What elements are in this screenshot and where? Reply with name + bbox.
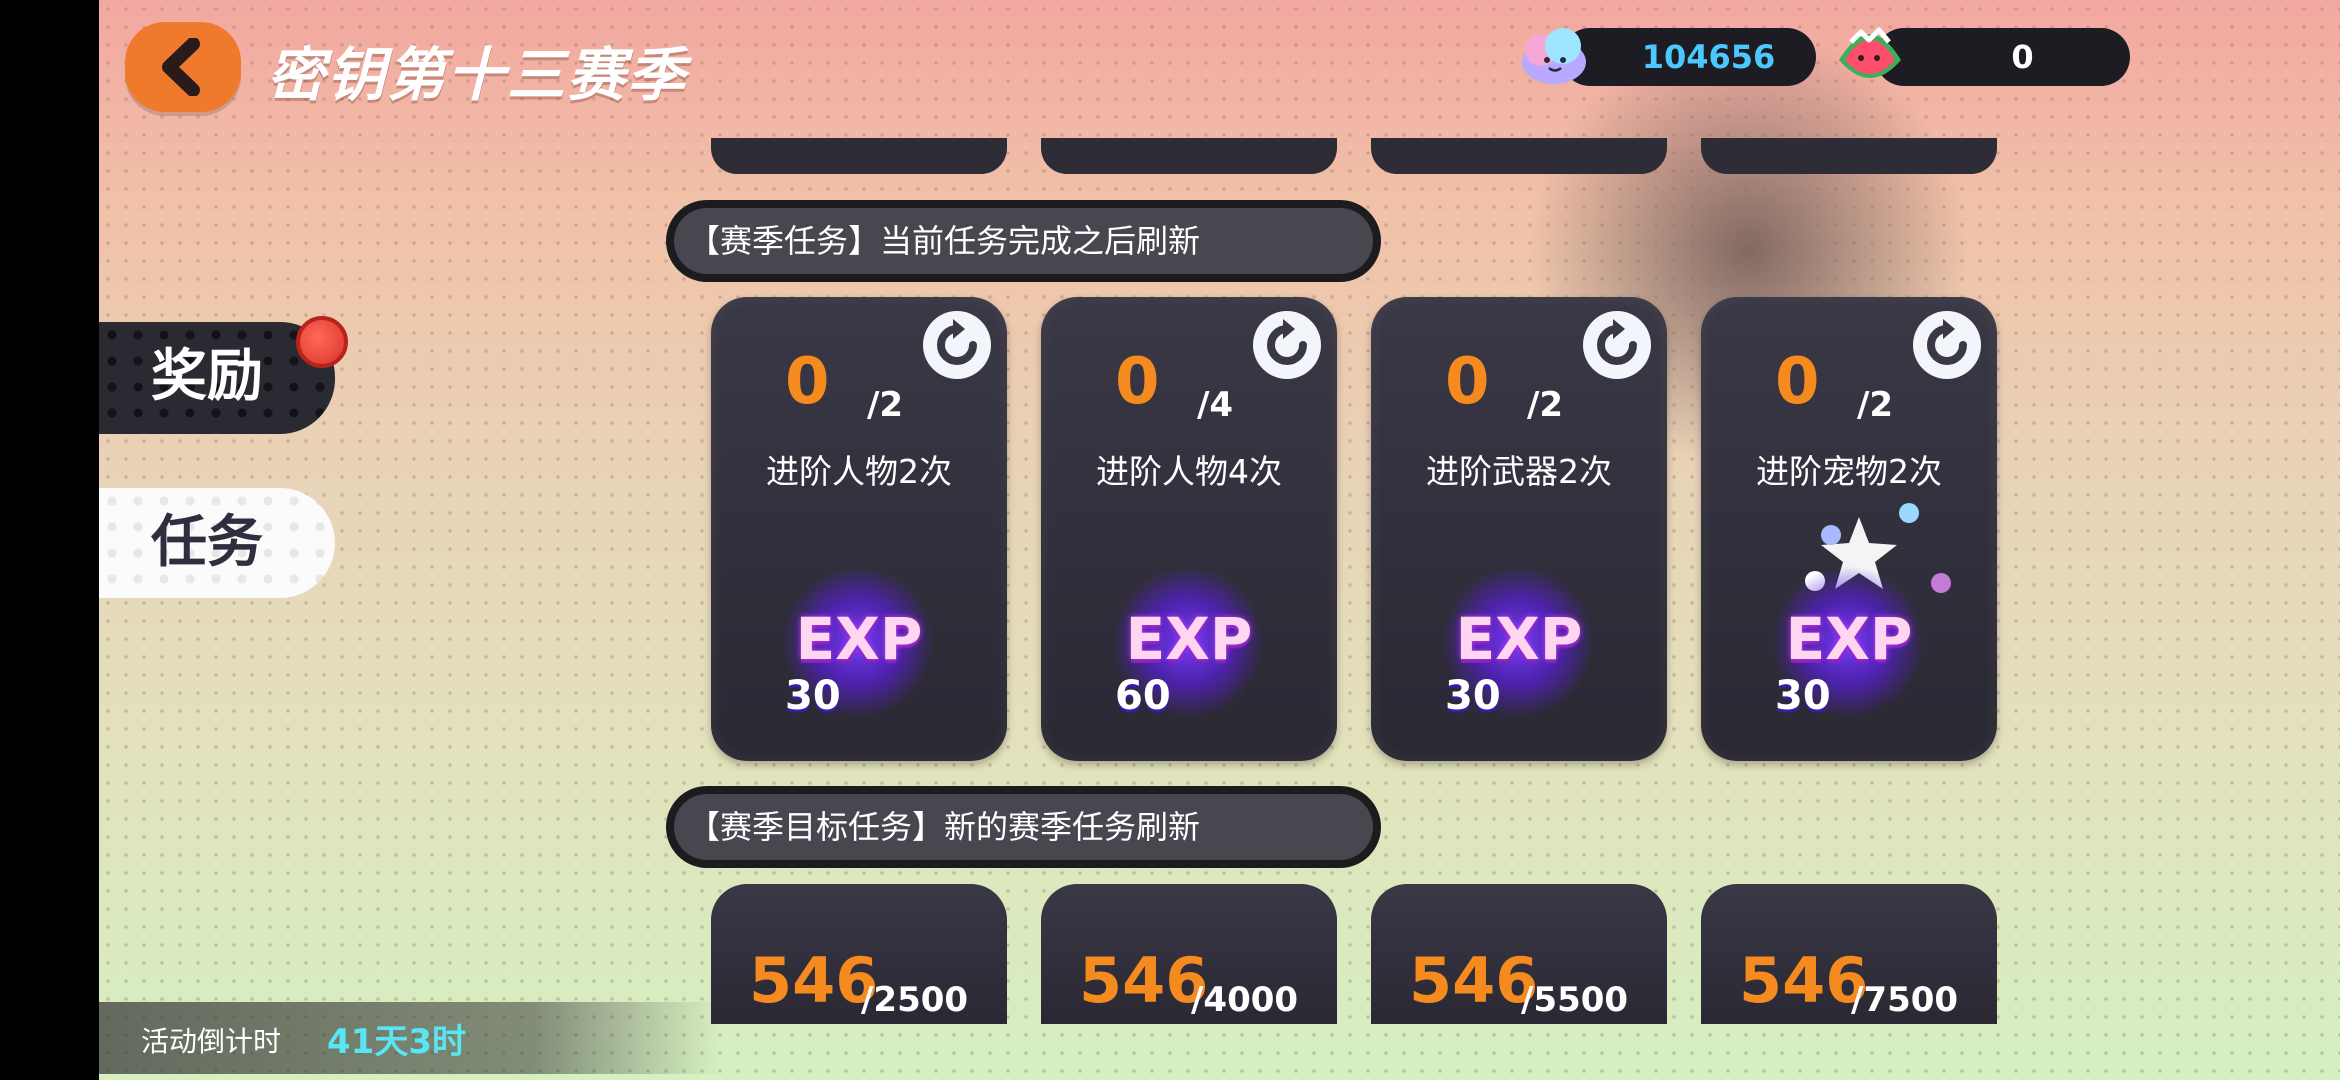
task-name: 进阶宠物2次 [1756,452,1942,491]
task-progress-total: /4 [1197,385,1234,425]
card-partial [1371,138,1667,174]
goal-progress-total: /5500 [1521,980,1629,1020]
tab-task-label: 任务 [151,510,263,575]
task-name: 进阶武器2次 [1426,452,1612,491]
task-card[interactable]: 0 /2 进阶宠物2次 EXP 30 [1701,297,1997,761]
task-progress-current: 0 [1445,345,1490,419]
cloud-coin-icon [1522,28,1586,84]
goal-progress-total: /7500 [1851,980,1959,1020]
exp-label: EXP [795,605,923,673]
back-button[interactable] [125,22,241,112]
goal-progress-total: /4000 [1191,980,1299,1020]
countdown-bar: 活动倒计时 41天3时 [99,1002,719,1074]
task-progress-total: /2 [867,385,904,425]
exp-label: EXP [1125,605,1253,673]
countdown-label: 活动倒计时 [141,1025,282,1058]
exp-amount: 30 [785,673,841,719]
goal-card[interactable]: 546 /2500 [711,884,1007,1024]
goal-progress-current: 546 [1409,944,1539,1017]
sparkle-dot [1931,573,1951,593]
task-card[interactable]: 0 /2 进阶武器2次 EXP 30 [1371,297,1667,761]
currency-b-pill: 0 [1875,28,2130,86]
section-header-goal-label: 【赛季目标任务】新的赛季任务刷新 [674,794,1373,860]
goal-progress-total: /2500 [861,980,969,1020]
notification-badge [296,316,348,368]
currency-a-pill: 104656 [1561,28,1816,86]
section-header-current-label: 【赛季任务】当前任务完成之后刷新 [674,208,1373,274]
task-progress-total: /2 [1857,385,1894,425]
sparkle-dot [1821,525,1841,545]
task-card[interactable]: 0 /4 进阶人物4次 EXP 60 [1041,297,1337,761]
exp-amount: 30 [1445,673,1501,719]
goal-progress-current: 546 [1739,944,1869,1017]
section-header-goal: 【赛季目标任务】新的赛季任务刷新 [666,786,1381,868]
refresh-icon[interactable] [917,305,997,385]
task-progress-current: 0 [1775,345,1820,419]
task-card[interactable]: 0 /2 进阶人物2次 EXP 30 [711,297,1007,761]
goal-progress-current: 546 [1079,944,1209,1017]
tab-reward-label: 奖励 [151,344,263,409]
refresh-icon[interactable] [1247,305,1327,385]
goal-card[interactable]: 546 /7500 [1701,884,1997,1024]
exp-label: EXP [1455,605,1583,673]
exp-label: EXP [1785,605,1913,673]
currency-a-value: 104656 [1641,38,1776,76]
exp-amount: 30 [1775,673,1831,719]
goal-card[interactable]: 546 /5500 [1371,884,1667,1024]
tab-task[interactable]: 任务 [99,488,335,598]
card-partial [1701,138,1997,174]
currency-b-value: 0 [2011,38,2034,76]
task-progress-current: 0 [1115,345,1160,419]
goal-progress-current: 546 [749,944,879,1017]
countdown-value: 41天3时 [327,1022,466,1062]
goal-card[interactable]: 546 /4000 [1041,884,1337,1024]
game-stage: 密钥第十三赛季 104656 0 奖励 任务 【赛季任务】当前任务完成之后刷新 [99,0,2340,1080]
watermelon-icon [1839,27,1901,78]
task-progress-total: /2 [1527,385,1564,425]
sparkle-dot [1899,503,1919,523]
refresh-icon[interactable] [1577,305,1657,385]
page-title: 密钥第十三赛季 [267,41,688,109]
chevron-left-icon [162,38,200,96]
task-name: 进阶人物2次 [766,452,952,491]
left-black-bar [0,0,99,1080]
task-name: 进阶人物4次 [1096,452,1282,491]
exp-amount: 60 [1115,673,1171,719]
section-header-current: 【赛季任务】当前任务完成之后刷新 [666,200,1381,282]
card-partial [1041,138,1337,174]
refresh-icon[interactable] [1907,305,1987,385]
card-partial [711,138,1007,174]
task-progress-current: 0 [785,345,830,419]
